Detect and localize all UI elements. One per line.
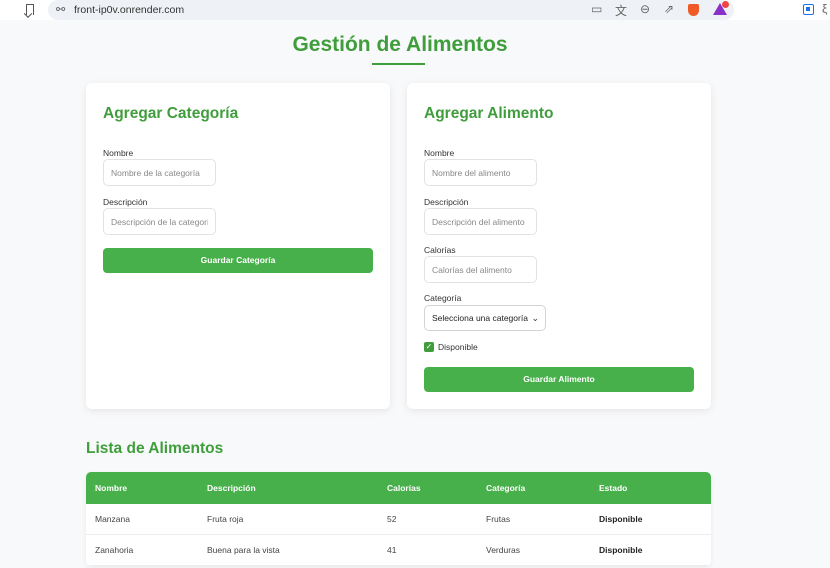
translate-icon[interactable]: 文	[615, 2, 627, 19]
food-category-label: Categoría	[424, 293, 462, 303]
category-description-input[interactable]	[103, 208, 216, 235]
food-list-title: Lista de Alimentos	[86, 440, 224, 457]
chevron-down-icon: ⌄	[531, 313, 539, 323]
cell-calories: 52	[387, 514, 397, 524]
category-name-label: Nombre	[103, 148, 134, 158]
cell-description: Buena para la vista	[207, 545, 280, 555]
cell-category: Frutas	[486, 514, 511, 524]
browser-toolbar: ⚯ front-ip0v.onrender.com ▭ 文 ⊖ ⇗ ξ	[0, 0, 830, 20]
table-row: Zanahoria Buena para la vista 41 Verdura…	[86, 535, 711, 566]
available-checkbox[interactable]: ✓	[424, 342, 434, 352]
food-category-select[interactable]: Selecciona una categoría ⌄	[424, 305, 546, 331]
column-header: Estado	[599, 483, 628, 493]
table-header: Nombre Descripción Calorías Categoría Es…	[86, 472, 711, 504]
extensions-puzzle-icon[interactable]: ξ	[822, 2, 827, 16]
food-form-title: Agregar Alimento	[424, 105, 554, 122]
cell-status: Disponible	[599, 514, 643, 524]
category-form-title: Agregar Categoría	[103, 105, 239, 122]
save-food-button[interactable]: Guardar Alimento	[424, 367, 694, 392]
cell-name: Manzana	[95, 514, 130, 524]
category-name-input[interactable]	[103, 159, 216, 186]
column-header: Descripción	[207, 483, 256, 493]
column-header: Categoría	[486, 483, 526, 493]
extension-icon[interactable]	[803, 4, 814, 15]
column-header: Calorías	[387, 483, 421, 493]
food-calories-input[interactable]	[424, 256, 537, 283]
column-header: Nombre	[95, 483, 128, 493]
food-name-label: Nombre	[424, 148, 455, 158]
brave-shield-icon[interactable]	[688, 4, 699, 16]
food-description-input[interactable]	[424, 208, 537, 235]
page-title: Gestión de Alimentos	[292, 33, 508, 56]
food-category-selected: Selecciona una categoría	[432, 313, 528, 323]
food-table: Nombre Descripción Calorías Categoría Es…	[86, 472, 711, 566]
food-name-input[interactable]	[424, 159, 537, 186]
category-form-card: Agregar Categoría Nombre Descripción Gua…	[86, 83, 390, 409]
cell-calories: 41	[387, 545, 397, 555]
share-icon[interactable]: ⇗	[664, 2, 674, 16]
food-description-label: Descripción	[424, 197, 469, 207]
zoom-icon[interactable]: ⊖	[640, 2, 650, 16]
title-underline	[372, 63, 425, 65]
site-settings-icon[interactable]: ⚯	[56, 3, 65, 16]
bookmark-icon[interactable]	[26, 4, 34, 15]
cell-category: Verduras	[486, 545, 521, 555]
cell-description: Fruta roja	[207, 514, 244, 524]
food-calories-label: Calorías	[424, 245, 456, 255]
save-category-button[interactable]: Guardar Categoría	[103, 248, 373, 273]
url-text[interactable]: front-ip0v.onrender.com	[74, 4, 184, 16]
cell-name: Zanahoria	[95, 545, 134, 555]
category-description-label: Descripción	[103, 197, 148, 207]
install-app-icon[interactable]: ▭	[591, 2, 602, 16]
available-label: Disponible	[438, 342, 478, 352]
food-form-card: Agregar Alimento Nombre Descripción Calo…	[407, 83, 711, 409]
cell-status: Disponible	[599, 545, 643, 555]
notification-badge	[722, 1, 729, 8]
table-row: Manzana Fruta roja 52 Frutas Disponible	[86, 504, 711, 535]
